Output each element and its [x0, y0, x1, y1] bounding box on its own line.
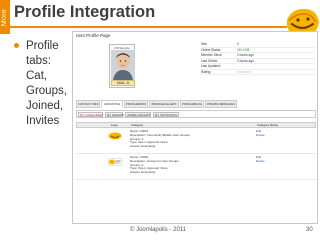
- group-logo-icon[interactable]: [108, 158, 122, 166]
- groupjive-subtabs: MY CATEGORIES MY GROUPS JOINED GROUPS MY…: [76, 110, 316, 118]
- bullet-dot: [14, 43, 19, 48]
- profile-page-screenshot: nent Profile Page CB Sample Nick. A Hits…: [72, 31, 318, 224]
- tab-profilegallery[interactable]: PROFILEGALLERY: [149, 100, 179, 108]
- page-number: 30: [306, 227, 313, 233]
- slide-title: Profile Integration: [14, 3, 156, 21]
- subtab-joined-groups[interactable]: JOINED GROUPS: [125, 112, 151, 117]
- avatar-name-label: Nick. A: [111, 80, 135, 86]
- side-more-label: More: [1, 8, 9, 26]
- tab-groupjive[interactable]: GROUPJIVE: [101, 100, 123, 108]
- profile-card: CB Sample Nick. A: [109, 44, 135, 88]
- group-logo-icon[interactable]: [108, 132, 122, 140]
- footer-copyright: © Joomlapolis - 2011: [130, 227, 187, 233]
- group-details: Name: CODE Description: Groups for User …: [130, 155, 179, 175]
- profile-tabs: CONTACT INFO GROUPJIVE PROFILEBOOK PROFI…: [76, 100, 316, 108]
- subtab-my-invitations[interactable]: MY INVITATIONS: [153, 112, 179, 117]
- info-row: Rating: ☆☆☆☆☆: [201, 69, 315, 75]
- side-more-tab: More: [0, 0, 10, 34]
- delete-link[interactable]: Delete: [256, 159, 296, 164]
- bullet-text: Profile tabs: Cat, Groups, Joined, Invit…: [26, 40, 67, 127]
- subtab-my-categories[interactable]: MY CATEGORIES: [78, 112, 103, 117]
- group-details: Name: CMS3 Description: Community Builde…: [130, 129, 190, 149]
- avatar: [111, 50, 135, 80]
- table-row: Name: CODE Description: Groups for User …: [76, 154, 316, 180]
- tab-profilebook[interactable]: PROFILEBOOK: [124, 100, 148, 108]
- screenshot-page-title: nent Profile Page: [76, 33, 111, 38]
- group-actions: Edit Delete: [256, 129, 296, 138]
- tab-contact-info[interactable]: CONTACT INFO: [76, 100, 100, 108]
- group-actions: Edit Delete: [256, 155, 296, 164]
- title-divider: [0, 26, 287, 28]
- profile-info-table: Hits: 0 Online Status: ON LINE Member Si…: [201, 42, 315, 75]
- delete-link[interactable]: Delete: [256, 133, 296, 138]
- tab-private-messages[interactable]: PRIVATE MESSAGES: [205, 100, 237, 108]
- table-row: Name: CMS3 Description: Community Builde…: [76, 128, 316, 154]
- online-status: ON LINE: [237, 47, 250, 52]
- rating-stars: ☆☆☆☆☆: [237, 69, 252, 74]
- tab-profileblog[interactable]: PROFILEBLOG: [180, 100, 204, 108]
- category-table: Logo Category Category Name Name: CMS3 D…: [76, 122, 316, 180]
- subtab-my-groups[interactable]: MY GROUPS: [105, 112, 124, 117]
